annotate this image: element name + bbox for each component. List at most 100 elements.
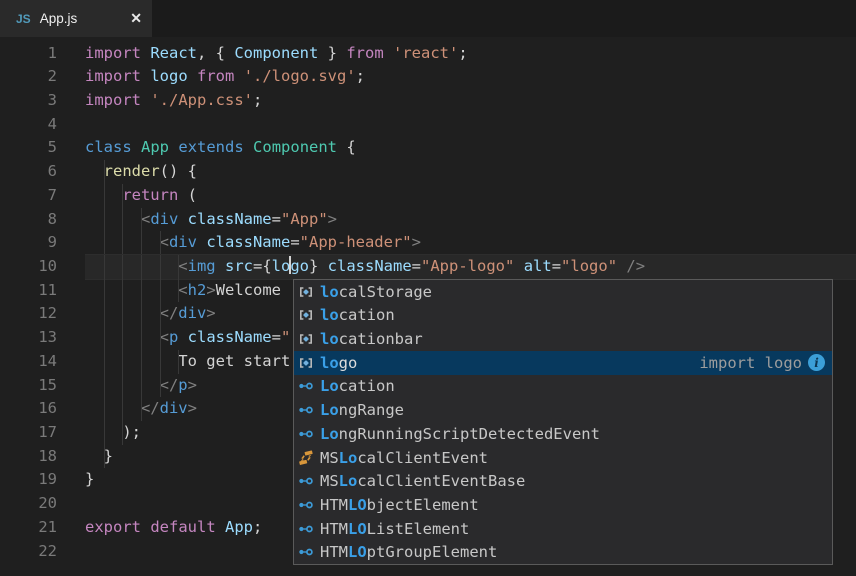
line-number: 8 [0, 208, 57, 232]
tab-bar: JS App.js ✕ [0, 0, 856, 37]
code-line[interactable]: 1import React, { Component } from 'react… [0, 42, 856, 66]
indent-guide [104, 326, 105, 350]
line-number: 19 [0, 468, 57, 492]
suggestion-item[interactable]: locationbar [294, 327, 832, 351]
indent-guide [160, 279, 161, 303]
class-icon [298, 426, 314, 442]
code-line-content[interactable]: import React, { Component } from 'react'… [85, 42, 856, 66]
class-icon [298, 402, 314, 418]
property-icon [298, 331, 314, 347]
indent-guide [122, 208, 123, 232]
suggestion-item[interactable]: MSLocalClientEvent [294, 446, 832, 470]
code-line[interactable]: 8 <div className="App"> [0, 208, 856, 232]
indent-guide [178, 279, 179, 303]
code-line[interactable]: 5 class App extends Component { [0, 136, 856, 160]
indent-guide [141, 302, 142, 326]
suggestion-item[interactable]: HTMLOptGroupElement [294, 541, 832, 565]
indent-guide [104, 184, 105, 208]
code-line-content[interactable]: render() { [85, 160, 856, 184]
code-line-content[interactable]: class App extends Component { [85, 136, 856, 160]
indent-guide [141, 231, 142, 255]
code-line[interactable]: 9<div className="App-header"> [0, 231, 856, 255]
indent-guide [160, 326, 161, 350]
tab-appjs[interactable]: JS App.js ✕ [0, 0, 152, 37]
indent-guide [141, 326, 142, 350]
indent-guide [104, 374, 105, 398]
code-line[interactable]: 4 [0, 113, 856, 137]
code-line[interactable]: 2 import logo from './logo.svg'; [0, 65, 856, 89]
indent-guide [141, 279, 142, 303]
code-line[interactable]: 6 render() { [0, 160, 856, 184]
suggestion-label: logo [320, 354, 357, 372]
code-line[interactable]: 7 return ( [0, 184, 856, 208]
close-icon[interactable]: ✕ [130, 10, 142, 27]
indent-guide [104, 421, 105, 445]
line-number: 4 [0, 113, 57, 137]
suggestion-label: LongRunningScriptDetectedEvent [320, 425, 600, 443]
indent-guide [104, 445, 105, 469]
property-icon [298, 355, 314, 371]
indent-guide [141, 255, 142, 279]
property-icon [298, 284, 314, 300]
indent-guide [160, 374, 161, 398]
indent-guide [141, 208, 142, 232]
code-line[interactable]: 10 <img src={logo} className="App-logo" a… [0, 255, 856, 279]
line-number: 22 [0, 540, 57, 564]
code-line-content[interactable]: <div className="App"> [85, 208, 856, 232]
info-icon[interactable]: i [808, 354, 825, 371]
property-icon [298, 307, 314, 323]
class-icon [298, 497, 314, 513]
line-number: 21 [0, 516, 57, 540]
code-line-content[interactable]: <div className="App-header"> [85, 231, 856, 255]
indent-guide [122, 374, 123, 398]
indent-guide [141, 374, 142, 398]
suggestion-item[interactable]: logoimport logoi [294, 351, 832, 375]
line-number: 7 [0, 184, 57, 208]
suggestion-item[interactable]: MSLocalClientEventBase [294, 469, 832, 493]
indent-guide [160, 350, 161, 374]
indent-guide [122, 421, 123, 445]
suggestion-label: LongRange [320, 401, 404, 419]
indent-guide [122, 255, 123, 279]
code-line-content[interactable] [85, 113, 856, 137]
line-number: 3 [0, 89, 57, 113]
indent-guide [122, 326, 123, 350]
line-number: 15 [0, 374, 57, 398]
indent-guide [122, 279, 123, 303]
suggestion-item[interactable]: location [294, 303, 832, 327]
code-line-content[interactable]: import logo from './logo.svg'; [85, 65, 856, 89]
suggestion-item[interactable]: localStorage [294, 280, 832, 304]
line-number: 2 [0, 65, 57, 89]
suggestion-label: MSLocalClientEventBase [320, 472, 525, 490]
indent-guide [122, 350, 123, 374]
indent-guide [160, 231, 161, 255]
class-icon [298, 544, 314, 560]
suggestion-item[interactable]: HTMLObjectElement [294, 493, 832, 517]
code-line[interactable]: 3 import './App.css'; [0, 89, 856, 113]
code-line-content[interactable]: return ( [85, 184, 856, 208]
indent-guide [122, 231, 123, 255]
line-number: 5 [0, 136, 57, 160]
class-icon [298, 473, 314, 489]
class-icon [298, 378, 314, 394]
suggestion-item[interactable]: LongRunningScriptDetectedEvent [294, 422, 832, 446]
line-number: 14 [0, 350, 57, 374]
line-number: 10 [0, 255, 57, 279]
line-number: 6 [0, 160, 57, 184]
line-number: 20 [0, 492, 57, 516]
indent-guide [122, 302, 123, 326]
indent-guide [104, 302, 105, 326]
indent-guide [160, 255, 161, 279]
code-line-content[interactable]: import './App.css'; [85, 89, 856, 113]
suggestion-label: HTMLObjectElement [320, 496, 479, 514]
javascript-file-icon: JS [16, 12, 31, 26]
suggestion-label: HTMLOListElement [320, 520, 469, 538]
code-line-content[interactable]: <img src={logo} className="App-logo" alt… [85, 255, 856, 279]
indent-guide [141, 397, 142, 421]
indent-guide [104, 397, 105, 421]
suggestion-item[interactable]: Location [294, 375, 832, 399]
intellisense-popup: localStoragelocationlocationbarlogoimpor… [293, 279, 833, 566]
line-number: 16 [0, 397, 57, 421]
suggestion-item[interactable]: HTMLOListElement [294, 517, 832, 541]
suggestion-item[interactable]: LongRange [294, 398, 832, 422]
